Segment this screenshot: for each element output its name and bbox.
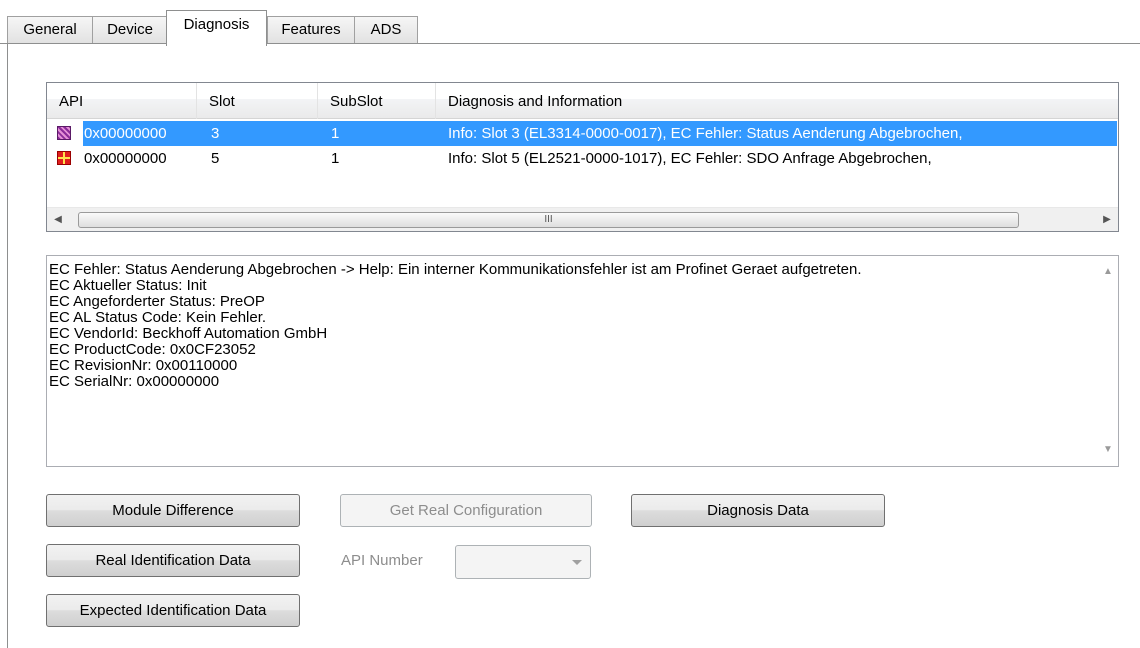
cell-slot: 5 (211, 150, 220, 167)
cell-slot: 3 (211, 125, 220, 142)
column-header-api[interactable]: API (47, 83, 197, 119)
tab-strip: General Device Diagnosis Features ADS (0, 0, 1140, 46)
details-line: EC Fehler: Status Aenderung Abgebrochen … (49, 261, 862, 278)
details-line: EC SerialNr: 0x00000000 (49, 373, 220, 390)
real-identification-data-button[interactable]: Real Identification Data (46, 544, 300, 577)
tab-diagnosis[interactable]: Diagnosis (166, 10, 267, 46)
cell-info: Info: Slot 5 (EL2521-0000-1017), EC Fehl… (448, 150, 932, 167)
details-line: EC AL Status Code: Kein Fehler. (49, 309, 267, 326)
tab-ads[interactable]: ADS (354, 16, 418, 43)
details-lines: EC Fehler: Status Aenderung Abgebrochen … (49, 262, 1089, 390)
chevron-down-icon (572, 560, 582, 565)
column-header-slot[interactable]: Slot (197, 83, 318, 119)
details-line: EC ProductCode: 0x0CF23052 (49, 341, 256, 358)
details-line: EC Angeforderter Status: PreOP (49, 293, 265, 310)
cell-subslot: 1 (331, 125, 340, 142)
tab-general[interactable]: General (7, 16, 93, 43)
scroll-up-icon[interactable]: ▲ (1098, 262, 1118, 282)
cell-subslot: 1 (331, 150, 340, 167)
scroll-thumb-grip: III (544, 214, 553, 225)
column-header-diagnosis[interactable]: Diagnosis and Information (436, 83, 1118, 119)
scroll-down-icon[interactable]: ▼ (1098, 440, 1118, 460)
module-error-icon (57, 151, 71, 165)
api-number-select[interactable] (455, 545, 591, 579)
get-real-configuration-button[interactable]: Get Real Configuration (340, 494, 592, 527)
diagnosis-list[interactable]: API Slot SubSlot Diagnosis and Informati… (46, 82, 1119, 232)
cell-api: 0x00000000 (84, 125, 167, 142)
diagnosis-details-text[interactable]: EC Fehler: Status Aenderung Abgebrochen … (46, 255, 1119, 467)
cell-info: Info: Slot 3 (EL3314-0000-0017), EC Fehl… (448, 125, 963, 142)
cell-api: 0x00000000 (84, 150, 167, 167)
horizontal-scrollbar[interactable]: ◀ III ▶ (47, 207, 1118, 231)
api-number-label: API Number (341, 552, 423, 569)
module-warning-icon (57, 126, 71, 140)
scroll-thumb[interactable]: III (78, 212, 1019, 228)
scroll-right-icon[interactable]: ▶ (1096, 208, 1118, 231)
details-line: EC Aktueller Status: Init (49, 277, 207, 294)
list-header: API Slot SubSlot Diagnosis and Informati… (47, 83, 1118, 119)
diagnosis-data-button[interactable]: Diagnosis Data (631, 494, 885, 527)
details-line: EC VendorId: Beckhoff Automation GmbH (49, 325, 328, 342)
tab-features[interactable]: Features (267, 16, 355, 43)
table-row[interactable]: 0x00000000 3 1 Info: Slot 3 (EL3314-0000… (48, 121, 1117, 146)
column-header-subslot[interactable]: SubSlot (318, 83, 436, 119)
expected-identification-data-button[interactable]: Expected Identification Data (46, 594, 300, 627)
vertical-scrollbar[interactable]: ▲ ▼ (1098, 256, 1118, 466)
details-line: EC RevisionNr: 0x00110000 (49, 357, 238, 374)
tab-device[interactable]: Device (92, 16, 168, 43)
scroll-left-icon[interactable]: ◀ (47, 208, 69, 231)
table-row[interactable]: 0x00000000 5 1 Info: Slot 5 (EL2521-0000… (48, 146, 1117, 171)
module-difference-button[interactable]: Module Difference (46, 494, 300, 527)
